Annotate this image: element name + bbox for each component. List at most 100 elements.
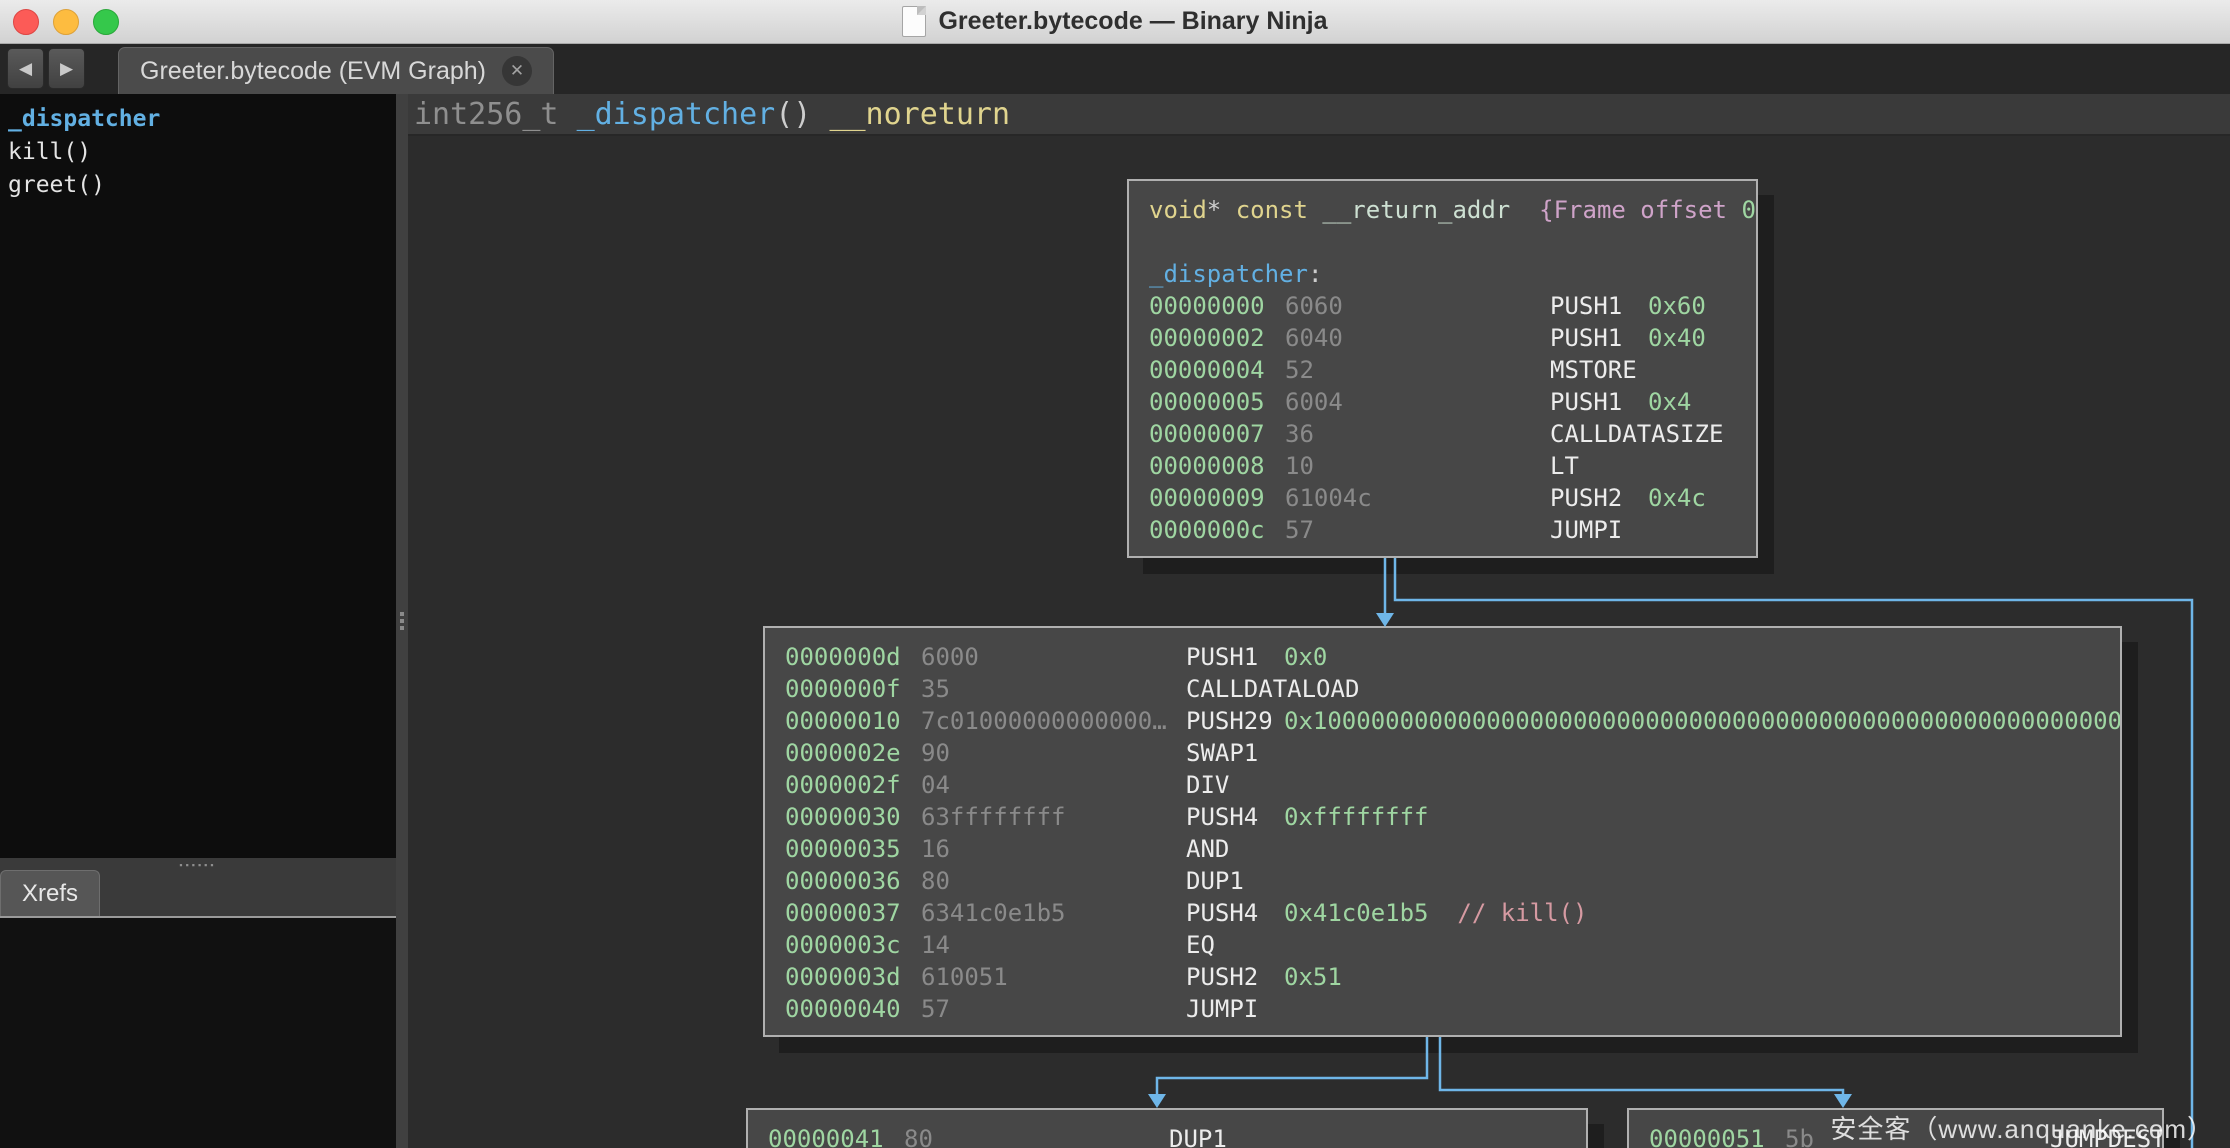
arrowhead-icon <box>1834 1094 1852 1108</box>
disasm-row-00000041[interactable]: 0000004180DUP1 <box>768 1123 1586 1148</box>
zoom-window-button[interactable] <box>93 9 119 35</box>
graph-canvas[interactable]: 安全客（www.anquanke.com） void* const __retu… <box>408 136 2230 1148</box>
function-list-item-kill[interactable]: kill() <box>8 136 396 169</box>
mnemonic: DUP1 <box>1186 865 1244 897</box>
tab-greeter-bytecode[interactable]: Greeter.bytecode (EVM Graph) ✕ <box>118 47 554 94</box>
close-window-button[interactable] <box>13 9 39 35</box>
token-punct: : <box>1308 260 1322 288</box>
tab-label: Greeter.bytecode (EVM Graph) <box>140 57 486 86</box>
function-list-item-_dispatcher[interactable]: _dispatcher <box>8 103 396 136</box>
function-signature: int256_t _dispatcher() __noreturn <box>408 94 2230 136</box>
operand: 0x41c0e1b5 // kill() <box>1284 897 1587 929</box>
splitter-handle-icon <box>400 612 404 616</box>
mnemonic: SWAP1 <box>1186 737 1258 769</box>
address: 00000002 <box>1149 322 1265 354</box>
frame-var-line: void* const __return_addr {Frame offset … <box>1149 194 1756 226</box>
address: 0000002e <box>785 737 901 769</box>
disasm-row-00000009[interactable]: 0000000961004cPUSH20x4c <box>1149 482 1756 514</box>
mnemonic: LT <box>1550 450 1579 482</box>
close-x-glyph: ✕ <box>510 61 524 81</box>
address: 00000030 <box>785 801 901 833</box>
mnemonic: JUMPI <box>1186 993 1258 1025</box>
address: 00000008 <box>1149 450 1265 482</box>
address: 00000005 <box>1149 386 1265 418</box>
minimize-window-button[interactable] <box>53 9 79 35</box>
disasm-row-00000010[interactable]: 000000107c01000000000000…PUSH290x1000000… <box>785 705 2120 737</box>
disasm-row-0000002f[interactable]: 0000002f04DIV <box>785 769 2120 801</box>
address: 00000010 <box>785 705 901 737</box>
sidebar-splitter[interactable] <box>396 94 408 1148</box>
disasm-row-00000002[interactable]: 000000026040PUSH10x40 <box>1149 322 1756 354</box>
token-fn: _dispatcher <box>1149 260 1308 288</box>
token-arg: __return_addr <box>1322 196 1510 224</box>
address: 00000037 <box>785 897 901 929</box>
back-arrow-icon: ◀ <box>19 59 32 79</box>
xrefs-panel <box>0 918 396 1148</box>
disasm-row-00000036[interactable]: 0000003680DUP1 <box>785 865 2120 897</box>
back-button[interactable]: ◀ <box>7 48 44 89</box>
disasm-row-00000000[interactable]: 000000006060PUSH10x60 <box>1149 290 1756 322</box>
window-title-group: Greeter.bytecode — Binary Ninja <box>902 6 1327 37</box>
sidebar: _dispatcherkill()greet() ▪▪▪▪▪▪ Xrefs <box>0 94 396 1148</box>
block-content: 0000004180DUP1 <box>748 1110 1586 1148</box>
raw-bytes: 14 <box>921 929 950 961</box>
mnemonic: PUSH4 <box>1186 897 1258 929</box>
basic-block-2[interactable]: 0000004180DUP1 <box>746 1108 1588 1148</box>
xrefs-tab[interactable]: Xrefs <box>0 870 100 916</box>
address: 0000003d <box>785 961 901 993</box>
disasm-row-0000003d[interactable]: 0000003d610051PUSH20x51 <box>785 961 2120 993</box>
address: 00000004 <box>1149 354 1265 386</box>
block-content: 0000000d6000PUSH10x00000000f35CALLDATALO… <box>765 628 2120 1025</box>
token-type: int256_t <box>414 97 577 132</box>
basic-block-1[interactable]: 0000000d6000PUSH10x00000000f35CALLDATALO… <box>763 626 2122 1037</box>
token-fn: _dispatcher <box>577 97 776 132</box>
token-kw: __noreturn <box>829 97 1010 132</box>
operand: 0x4 <box>1648 386 1691 418</box>
xrefs-tab-label: Xrefs <box>22 880 78 908</box>
address: 00000040 <box>785 993 901 1025</box>
panel-resize-handle-icon[interactable]: ▪▪▪▪▪▪ <box>179 860 216 870</box>
disasm-row-00000035[interactable]: 0000003516AND <box>785 833 2120 865</box>
disasm-row-00000037[interactable]: 00000037 6341c0e1b5 PUSH4 0x41c0e1b5 // kil… <box>785 897 2120 929</box>
disasm-row-00000005[interactable]: 000000056004PUSH10x4 <box>1149 386 1756 418</box>
function-list-item-greet[interactable]: greet() <box>8 169 396 202</box>
operand: 0x40 <box>1648 322 1706 354</box>
tab-close-icon[interactable]: ✕ <box>502 56 532 86</box>
arrowhead-icon <box>1376 613 1394 627</box>
disasm-row-00000004[interactable]: 0000000452MSTORE <box>1149 354 1756 386</box>
forward-button[interactable]: ▶ <box>48 48 85 89</box>
operand: 0x0 <box>1284 641 1327 673</box>
raw-bytes: 7c01000000000000… <box>921 705 1167 737</box>
raw-bytes: 35 <box>921 673 950 705</box>
raw-bytes: 80 <box>921 865 950 897</box>
mnemonic: PUSH4 <box>1186 801 1258 833</box>
raw-bytes: 6060 <box>1285 290 1343 322</box>
address: 00000041 <box>768 1123 884 1148</box>
mnemonic: CALLDATASIZE <box>1550 418 1723 450</box>
disasm-row-00000008[interactable]: 0000000810LT <box>1149 450 1756 482</box>
operand: 0xffffffff <box>1284 801 1429 833</box>
disasm-row-0000002e[interactable]: 0000002e90SWAP1 <box>785 737 2120 769</box>
disasm-row-0000003c[interactable]: 0000003c14EQ <box>785 929 2120 961</box>
address: 0000002f <box>785 769 901 801</box>
main-area: _dispatcherkill()greet() ▪▪▪▪▪▪ Xrefs in… <box>0 94 2230 1148</box>
comment: // kill() <box>1429 899 1588 927</box>
arrowhead-icon <box>1148 1094 1166 1108</box>
mnemonic: JUMPI <box>1550 514 1622 546</box>
mnemonic: CALLDATALOAD <box>1186 673 1359 705</box>
token-num: 0 <box>1741 196 1755 224</box>
disasm-row-0000000d[interactable]: 0000000d6000PUSH10x0 <box>785 641 2120 673</box>
disasm-row-0000000c[interactable]: 0000000c57JUMPI <box>1149 514 1756 546</box>
raw-bytes: 57 <box>921 993 950 1025</box>
raw-bytes: 63ffffffff <box>921 801 1066 833</box>
raw-bytes: 6341c0e1b5 <box>921 897 1066 929</box>
basic-block-0[interactable]: void* const __return_addr {Frame offset … <box>1127 179 1758 558</box>
disasm-row-00000040[interactable]: 00000040 57 JUMPI <box>785 993 2120 1025</box>
disasm-row-00000030[interactable]: 00000030 63ffffffff PUSH4 0xffffffff <box>785 801 2120 833</box>
blank-line <box>1149 226 1756 258</box>
disasm-row-00000007[interactable]: 0000000736CALLDATASIZE <box>1149 418 1756 450</box>
disasm-row-0000000f[interactable]: 0000000f35CALLDATALOAD <box>785 673 2120 705</box>
mnemonic: PUSH29 <box>1186 705 1273 737</box>
raw-bytes: 80 <box>904 1123 933 1148</box>
mnemonic: PUSH1 <box>1550 386 1622 418</box>
